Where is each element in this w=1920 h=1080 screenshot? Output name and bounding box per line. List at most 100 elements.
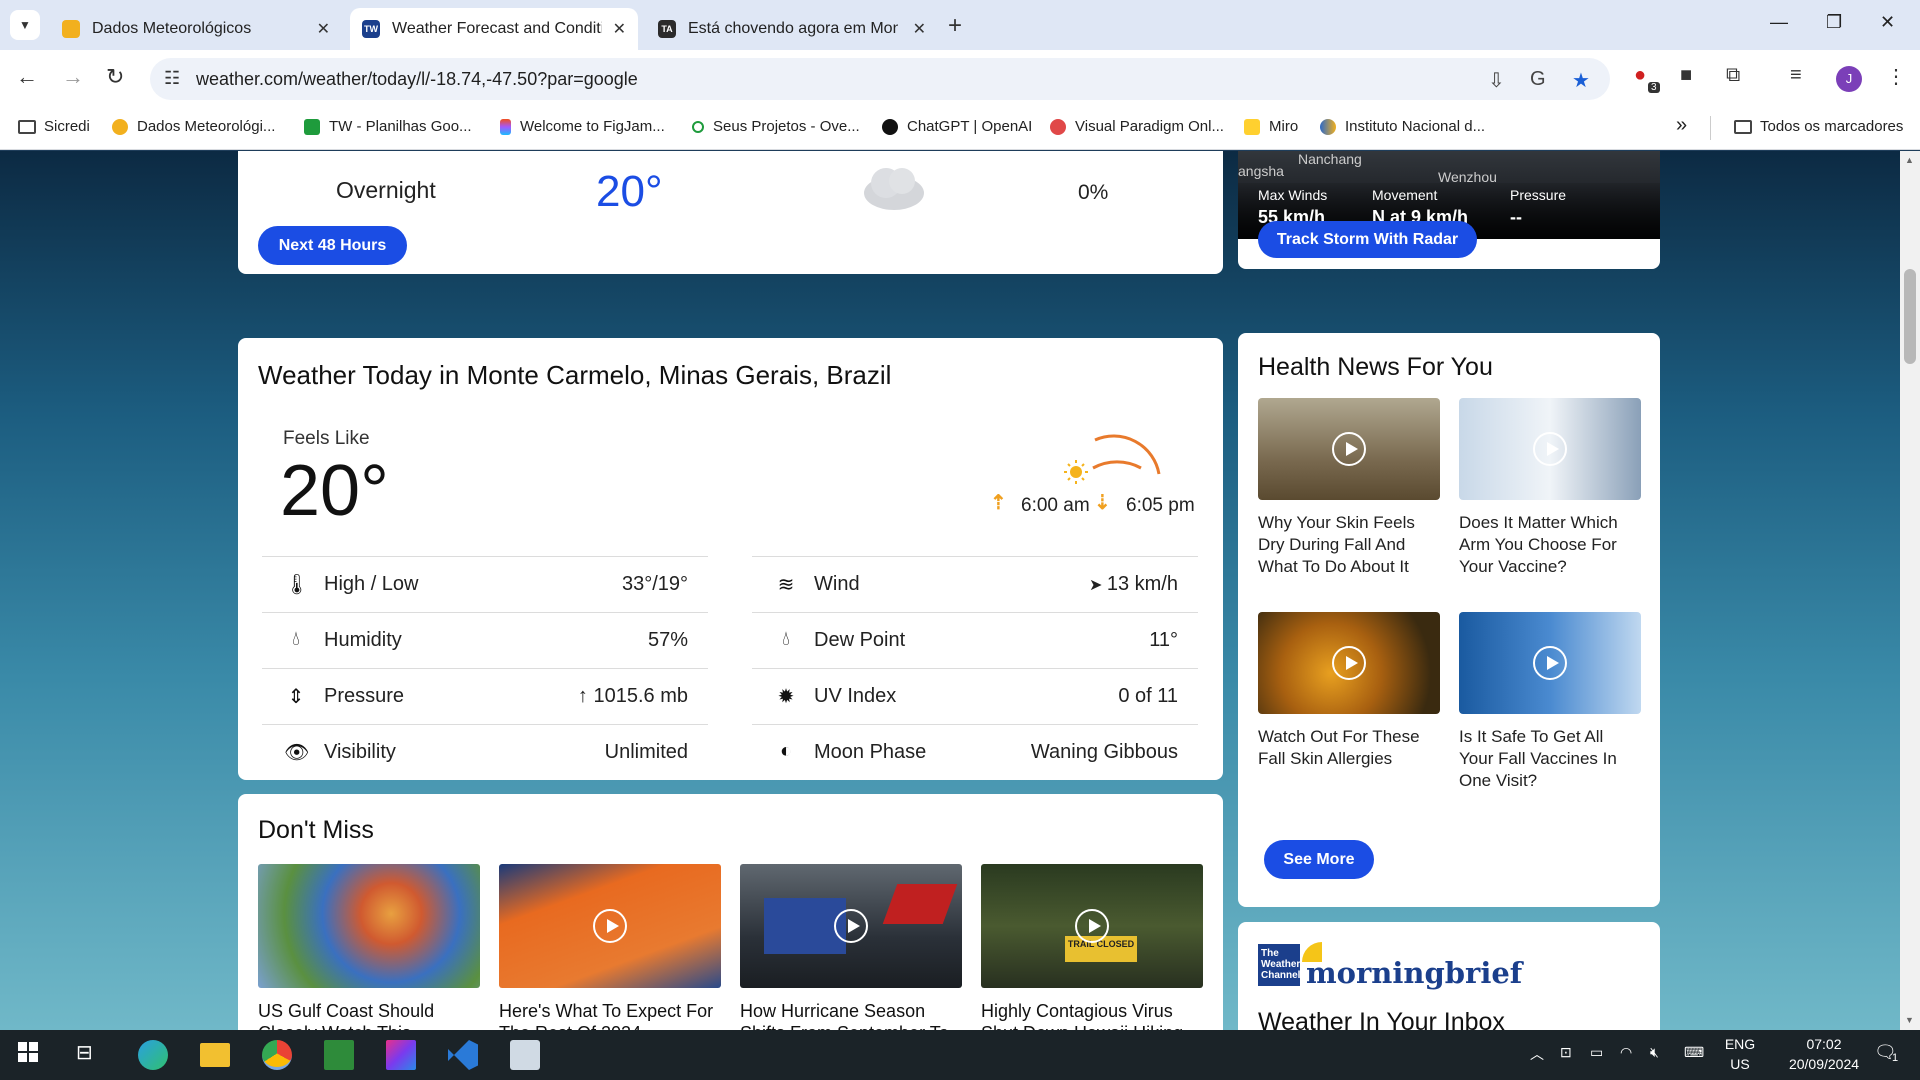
file-explorer-icon[interactable] — [200, 1043, 230, 1067]
region-indicator[interactable]: US — [1720, 1056, 1760, 1072]
vscode-icon[interactable] — [448, 1040, 478, 1070]
bookmark-chatgpt[interactable]: ChatGPT | OpenAI — [882, 118, 1032, 135]
health-news-caption[interactable]: Is It Safe To Get All Your Fall Vaccines… — [1459, 726, 1641, 792]
close-window-icon[interactable]: ✕ — [1880, 12, 1895, 33]
forward-arrow-icon[interactable]: → — [62, 64, 84, 90]
weather-channel-favicon-icon: TW — [362, 20, 380, 38]
tab-search-button[interactable]: ▼ — [10, 10, 40, 40]
dont-miss-item[interactable]: US Gulf Coast Should Closely Watch This … — [258, 864, 480, 1030]
bookmark-label: Visual Paradigm Onl... — [1075, 118, 1224, 135]
profile-avatar[interactable]: J — [1836, 66, 1862, 92]
bookmark-projetos[interactable]: Seus Projetos - Ove... — [692, 118, 860, 135]
reload-icon[interactable]: ↻ — [106, 64, 124, 90]
play-icon[interactable] — [1332, 432, 1366, 466]
see-more-button[interactable]: See More — [1264, 840, 1374, 879]
translate-icon[interactable]: G — [1530, 68, 1546, 91]
bookmark-visual-paradigm[interactable]: Visual Paradigm Onl... — [1050, 118, 1224, 135]
bookmark-inmet[interactable]: Instituto Nacional d... — [1320, 118, 1485, 135]
play-icon[interactable] — [1533, 432, 1567, 466]
keyboard-icon[interactable]: ⌨ — [1684, 1044, 1704, 1061]
track-storm-button[interactable]: Track Storm With Radar — [1258, 221, 1477, 258]
hourly-forecast-card: Overnight 20° 0% Next 48 Hours — [238, 151, 1223, 274]
health-news-caption[interactable]: Watch Out For These Fall Skin Allergies — [1258, 726, 1440, 770]
show-hidden-icons-chevron-icon[interactable]: ︿ — [1530, 1044, 1544, 1064]
edge-browser-icon[interactable] — [138, 1040, 168, 1070]
health-news-item[interactable]: Why Your Skin Feels Dry During Fall And … — [1258, 398, 1440, 578]
menu-kebab-icon[interactable]: ⋮ — [1886, 64, 1906, 89]
cloud-icon — [858, 161, 928, 222]
health-news-item[interactable]: Does It Matter Which Arm You Choose For … — [1459, 398, 1641, 578]
play-icon[interactable] — [1332, 646, 1366, 680]
extension-glasses-icon[interactable]: ■ — [1680, 64, 1692, 87]
chrome-icon[interactable] — [262, 1040, 292, 1070]
tab-dados[interactable]: Dados Meteorológicos ✕ — [50, 8, 342, 50]
new-tab-button[interactable]: + — [948, 12, 962, 40]
bookmarks-bar: Sicredi Dados Meteorológi... TW - Planil… — [0, 108, 1920, 150]
page-viewport: Overnight 20° 0% Next 48 Hours Weather T… — [0, 151, 1920, 1030]
extensions-puzzle-icon[interactable]: ⧉ — [1726, 64, 1740, 87]
back-arrow-icon[interactable]: ← — [16, 64, 38, 90]
battery-icon[interactable]: ▭ — [1590, 1044, 1603, 1061]
intellij-icon[interactable] — [386, 1040, 416, 1070]
windows-start-icon[interactable] — [16, 1040, 46, 1070]
install-app-icon[interactable]: ⇩ — [1488, 68, 1505, 93]
bookmark-miro[interactable]: Miro — [1244, 118, 1298, 135]
scroll-down-icon[interactable]: ▼ — [1905, 1015, 1914, 1025]
folder-icon — [18, 119, 36, 134]
play-icon[interactable] — [1533, 646, 1567, 680]
health-news-caption[interactable]: Does It Matter Which Arm You Choose For … — [1459, 512, 1641, 578]
spreadsheet-app-icon[interactable] — [324, 1040, 354, 1070]
more-bookmarks-chevron-icon[interactable]: » — [1676, 114, 1687, 137]
dont-miss-caption[interactable]: US Gulf Coast Should Closely Watch This … — [258, 1000, 480, 1030]
bookmark-star-icon[interactable]: ★ — [1572, 68, 1590, 93]
map-label: angsha — [1238, 163, 1284, 179]
health-news-caption[interactable]: Why Your Skin Feels Dry During Fall And … — [1258, 512, 1440, 578]
media-control-icon[interactable]: ≡ — [1790, 64, 1802, 87]
tab-chovendo[interactable]: TA Está chovendo agora em Monte Carmelo … — [646, 8, 938, 50]
vaccine-arm-thumbnail — [1459, 398, 1641, 500]
clock-date[interactable]: 20/09/2024 — [1774, 1056, 1874, 1072]
bookmark-sicredi[interactable]: Sicredi — [18, 118, 90, 135]
dont-miss-caption[interactable]: Highly Contagious Virus Shut Down Hawaii… — [981, 1000, 1203, 1030]
play-icon[interactable] — [834, 909, 868, 943]
close-icon[interactable]: ✕ — [913, 19, 926, 39]
bookmark-figjam[interactable]: Welcome to FigJam... — [500, 118, 665, 135]
language-indicator[interactable]: ENG — [1720, 1036, 1760, 1052]
close-icon[interactable]: ✕ — [317, 19, 330, 39]
url-text[interactable]: weather.com/weather/today/l/-18.74,-47.5… — [196, 69, 638, 90]
dont-miss-item[interactable]: TRAIL CLOSED Highly Contagious Virus Shu… — [981, 864, 1203, 1030]
bookmark-dados[interactable]: Dados Meteorológi... — [112, 118, 275, 135]
clock-time[interactable]: 07:02 — [1774, 1036, 1874, 1052]
wifi-icon[interactable]: ◠ — [1620, 1044, 1632, 1061]
health-news-item[interactable]: Is It Safe To Get All Your Fall Vaccines… — [1459, 612, 1641, 792]
minimize-icon[interactable]: — — [1770, 12, 1788, 33]
play-icon[interactable] — [593, 909, 627, 943]
site-settings-icon[interactable]: ☷ — [164, 68, 180, 89]
close-icon[interactable]: ✕ — [613, 19, 626, 39]
task-view-icon[interactable]: ⊟ — [76, 1040, 106, 1070]
all-bookmarks-folder[interactable]: Todos os marcadores — [1734, 118, 1903, 135]
restore-icon[interactable]: ❐ — [1826, 12, 1842, 33]
page-scrollbar[interactable]: ▲ ▼ — [1900, 151, 1920, 1030]
scroll-up-icon[interactable]: ▲ — [1905, 155, 1914, 165]
dont-miss-caption[interactable]: How Hurricane Season Shifts From Septemb… — [740, 1000, 962, 1030]
health-news-item[interactable]: Watch Out For These Fall Skin Allergies — [1258, 612, 1440, 770]
tray-app-icon[interactable]: ⊡ — [1560, 1044, 1572, 1061]
snipping-tool-icon[interactable] — [510, 1040, 540, 1070]
tab-weather-forecast[interactable]: TW Weather Forecast and Conditions ✕ — [350, 8, 638, 50]
weather-today-card: Weather Today in Monte Carmelo, Minas Ge… — [238, 338, 1223, 780]
dont-miss-caption[interactable]: Here's What To Expect For The Rest Of 20… — [499, 1000, 721, 1030]
address-bar[interactable]: ☷ weather.com/weather/today/l/-18.74,-47… — [150, 58, 1610, 100]
extension-icon[interactable]: ● — [1634, 64, 1646, 87]
next-48-hours-button[interactable]: Next 48 Hours — [258, 226, 407, 265]
bookmark-tw-planilhas[interactable]: TW - Planilhas Goo... — [304, 118, 472, 135]
forecast-temperature: 20° — [596, 167, 663, 216]
scroll-thumb[interactable] — [1904, 269, 1916, 364]
pressure-rising-arrow-icon: ↑ — [577, 685, 594, 707]
volume-muted-icon[interactable]: 🔇︎ — [1650, 1044, 1659, 1061]
dont-miss-item[interactable]: Here's What To Expect For The Rest Of 20… — [499, 864, 721, 1030]
figma-icon — [500, 118, 511, 135]
vaccines-thumbnail — [1459, 612, 1641, 714]
play-icon[interactable] — [1075, 909, 1109, 943]
dont-miss-item[interactable]: How Hurricane Season Shifts From Septemb… — [740, 864, 962, 1030]
